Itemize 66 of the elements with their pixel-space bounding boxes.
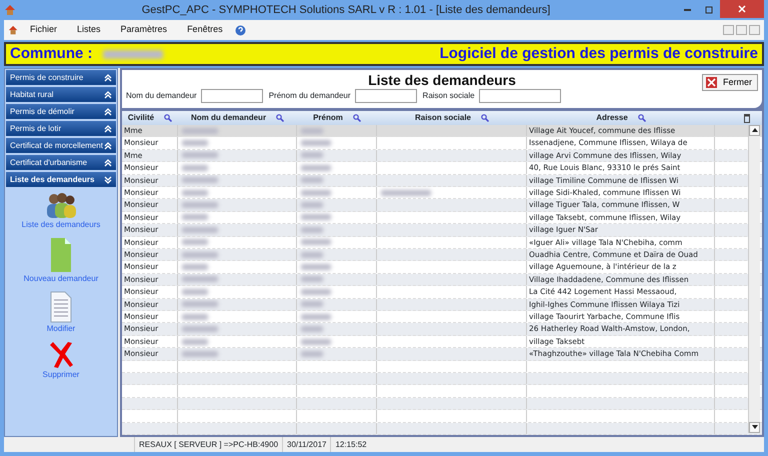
maximize-icon [705,6,713,14]
scrollbar[interactable] [748,125,760,433]
menu-item[interactable]: Listes [69,23,109,37]
search-icon [481,114,490,122]
status-text: 12:15:52 [330,437,371,452]
input-field[interactable] [478,89,561,103]
close-button[interactable] [720,0,764,18]
chevron-up-icon [104,90,112,98]
close-icon [738,4,746,13]
close-icon [706,77,717,88]
close-button[interactable]: Fermer [702,74,758,91]
sidebar-action[interactable]: Nouveau demandeur [22,235,100,287]
column-header[interactable]: Nom du demandeur [190,112,266,124]
status-text: RESAUX [ SERVEUR ] =>PC-HB:4900 [134,437,282,452]
chevron-down-icon [104,176,112,184]
scroll-down-button[interactable] [749,422,760,433]
search-icon [276,114,284,122]
sidebar-action[interactable]: Modifier [44,289,78,337]
page-title: Liste des demandeurs [368,72,516,88]
input-field[interactable] [200,89,263,103]
field-label: Prénom du demandeur [268,90,351,102]
column-header[interactable]: Civilité [128,112,154,124]
chevron-up-icon [104,142,112,150]
sidebar-section[interactable]: Certificat d'urbanisme [6,155,116,170]
app-icon [8,25,18,35]
up-arrow-icon [752,128,758,132]
chevron-up-icon [104,124,112,132]
column-header[interactable]: Raison sociale [414,112,472,124]
menu-item[interactable]: Fichier [22,23,66,37]
field-label: Raison sociale [422,90,475,102]
field-label: Nom du demandeur [126,90,197,102]
chevron-up-icon [104,158,112,166]
people-icon [44,191,78,219]
sidebar-section[interactable]: Permis de lotir [6,121,116,136]
help-icon [234,24,246,36]
sidebar-section[interactable]: Habitat rural [6,87,116,102]
status-text: 30/11/2017 [282,437,330,452]
search-icon [638,114,646,122]
scroll-up-button[interactable] [749,125,760,136]
sidebar-action[interactable]: Supprimer [40,339,82,383]
document-icon [50,291,72,323]
column-header[interactable]: Prénom [313,112,343,124]
close-button[interactable] [749,25,760,35]
menu-item[interactable]: Fenêtres [179,23,231,37]
down-arrow-icon [752,424,758,429]
sidebar-section[interactable]: Certificat de morcellement [6,138,116,153]
input-field[interactable] [354,89,417,103]
minimize-icon [684,8,690,11]
sidebar-section[interactable]: Permis de construire [6,70,116,85]
document-icon [50,237,72,273]
chevron-up-icon [104,108,112,116]
trash-icon [743,113,751,123]
search-icon [164,114,172,122]
restore-button[interactable] [736,25,747,35]
menu-item[interactable]: Paramètres [112,23,176,37]
search-icon [352,114,361,122]
sidebar-section[interactable]: Liste des demandeurs [6,172,116,187]
app-icon [4,4,16,16]
sidebar-section[interactable]: Permis de démolir [6,104,116,119]
window-title: GestPC_APC - SYMPHOTECH Solutions SARL v R : 1.01 - [Liste des demandeurs] [140,2,552,18]
chevron-up-icon [104,74,112,82]
commune-label: Commune : [10,44,92,64]
column-header[interactable]: Adresse [596,112,628,124]
banner-slogan: Logiciel de gestion des permis de construire [440,44,758,64]
cross-icon [48,341,74,369]
sidebar-action[interactable]: Liste des demandeurs [20,189,102,233]
